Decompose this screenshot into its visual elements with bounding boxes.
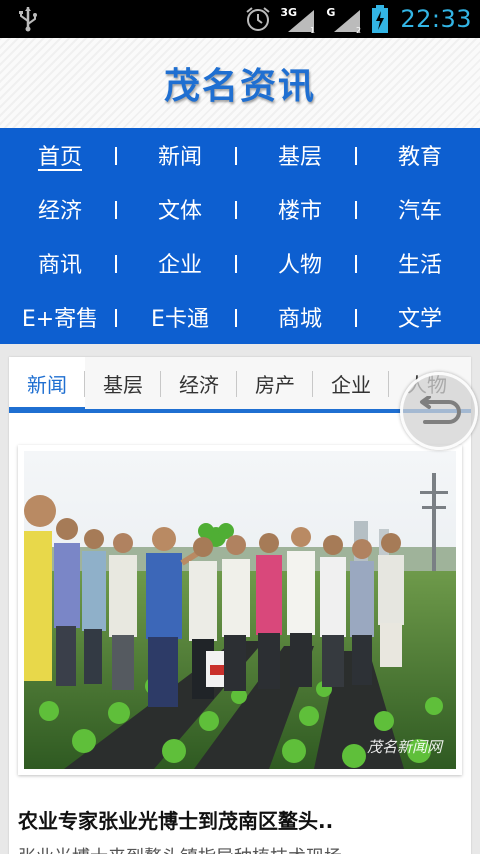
nav-item-grassroots[interactable]: 基层	[240, 139, 360, 171]
article-headline[interactable]: 农业专家张业光博士到茂南区鳌头..	[18, 805, 458, 834]
tab-economy[interactable]: 经济	[161, 357, 237, 409]
svg-text:2: 2	[356, 26, 361, 34]
signal-g-indicator: G 2	[326, 4, 364, 34]
svg-text:1: 1	[310, 26, 315, 34]
alarm-icon	[246, 7, 270, 31]
nav-item-property[interactable]: 楼市	[240, 193, 360, 225]
app-header: 茂名资讯	[0, 38, 480, 128]
tab-enterprise[interactable]: 企业	[313, 357, 389, 409]
tab-news[interactable]: 新闻	[9, 357, 85, 409]
battery-charging-icon	[372, 5, 389, 33]
signal-3g-indicator: 3G 1	[280, 4, 318, 34]
back-arrow-icon	[420, 396, 461, 424]
nav-item-people[interactable]: 人物	[240, 247, 360, 279]
nav-item-life[interactable]: 生活	[360, 247, 480, 279]
nav-item-home[interactable]: 首页	[0, 139, 120, 171]
nav-item-mall[interactable]: 商城	[240, 301, 360, 333]
nav-row: 商讯 企业 人物 生活	[0, 236, 480, 290]
tab-grassroots[interactable]: 基层	[85, 357, 161, 409]
nav-item-business-news[interactable]: 商讯	[0, 247, 120, 279]
image-watermark: 茂名新闻网	[366, 738, 442, 756]
nav-item-enterprise[interactable]: 企业	[120, 247, 240, 279]
nav-item-consignment[interactable]: E+寄售	[0, 301, 120, 333]
clock: 22:33	[400, 5, 472, 33]
article-image[interactable]: 茂名新闻网	[18, 445, 462, 775]
app-title: 茂名资讯	[163, 66, 316, 107]
nav-item-ecard[interactable]: E卡通	[120, 301, 240, 333]
nav-item-news[interactable]: 新闻	[120, 139, 240, 171]
signal-icon: 2	[334, 10, 361, 34]
nav-row: 首页 新闻 基层 教育	[0, 128, 480, 182]
article-summary: 张业光博士来到鳌头镇指导种植技术现场	[18, 845, 458, 854]
category-nav: 首页 新闻 基层 教育 经济 文体 楼市 汽车 商讯 企业 人物 生活 E+寄售…	[0, 128, 480, 344]
nav-item-literature[interactable]: 文学	[360, 301, 480, 333]
tab-real-estate[interactable]: 房产	[237, 357, 313, 409]
nav-item-auto[interactable]: 汽车	[360, 193, 480, 225]
floating-back-button[interactable]	[400, 372, 478, 450]
nav-row: E+寄售 E卡通 商城 文学	[0, 290, 480, 344]
usb-icon	[19, 7, 37, 32]
nav-row: 经济 文体 楼市 汽车	[0, 182, 480, 236]
nav-item-education[interactable]: 教育	[360, 139, 480, 171]
news-card: 新闻 基层 经济 房产 企业 人物	[9, 357, 471, 854]
signal-icon: 1	[288, 10, 315, 34]
nav-item-culture-sports[interactable]: 文体	[120, 193, 240, 225]
status-bar: 3G 1 G 2 22:33	[0, 0, 480, 38]
nav-item-economy[interactable]: 经济	[0, 193, 120, 225]
field-photo	[24, 451, 456, 769]
